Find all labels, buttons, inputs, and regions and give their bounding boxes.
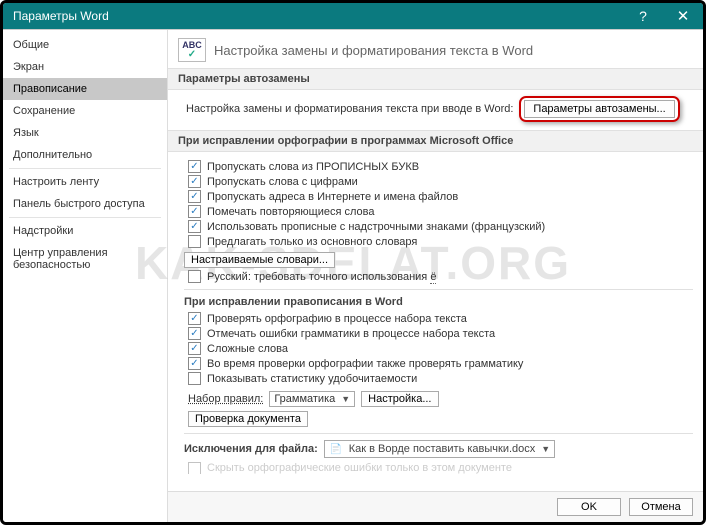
sidebar-item[interactable]: Надстройки — [3, 220, 167, 242]
custom-dictionaries-button[interactable]: Настраиваемые словари... — [184, 252, 335, 268]
ruleset-settings-button[interactable]: Настройка... — [361, 391, 438, 407]
sidebar-item[interactable]: Экран — [3, 56, 167, 78]
checkbox-hide-spelling-this-doc[interactable] — [188, 462, 201, 474]
page-title: Настройка замены и форматирования текста… — [214, 43, 533, 58]
office-checkbox-5[interactable] — [188, 235, 201, 248]
checkbox-label: Показывать статистику удобочитаемости — [207, 373, 417, 385]
ok-button[interactable]: OK — [557, 498, 621, 516]
checkbox-label: Использовать прописные с надстрочными зн… — [207, 221, 545, 233]
window-title: Параметры Word — [13, 9, 109, 23]
main-panel: ABC✓ Настройка замены и форматирования т… — [168, 30, 703, 522]
word-checkbox-0[interactable] — [188, 312, 201, 325]
checkbox-label: Во время проверки орфографии также прове… — [207, 358, 523, 370]
chevron-down-icon: ▼ — [541, 444, 550, 454]
sidebar-item[interactable]: Общие — [3, 34, 167, 56]
office-checkbox-4[interactable] — [188, 220, 201, 233]
exceptions-file-select[interactable]: 📄 Как в Ворде поставить кавычки.docx ▼ — [324, 440, 555, 458]
word-checkbox-3[interactable] — [188, 357, 201, 370]
autocorrect-highlight: Параметры автозамены... — [519, 96, 679, 122]
sidebar-item[interactable]: Центр управления безопасностью — [3, 242, 167, 276]
office-checkbox-2[interactable] — [188, 190, 201, 203]
titlebar: Параметры Word ? ✕ — [3, 3, 703, 29]
checkbox-label: Проверять орфографию в процессе набора т… — [207, 313, 467, 325]
cancel-button[interactable]: Отмена — [629, 498, 693, 516]
chevron-down-icon: ▼ — [341, 394, 350, 404]
sidebar-item[interactable]: Панель быстрого доступа — [3, 193, 167, 215]
ruleset-label: Набор правил: — [188, 393, 263, 405]
checkbox-label: Пропускать слова с цифрами — [207, 176, 358, 188]
sidebar-item[interactable]: Правописание — [3, 78, 167, 100]
checkbox-label: Отмечать ошибки грамматики в процессе на… — [207, 328, 495, 340]
office-checkbox-1[interactable] — [188, 175, 201, 188]
checkbox-label: Пропускать слова из ПРОПИСНЫХ БУКВ — [207, 161, 419, 173]
word-checkbox-2[interactable] — [188, 342, 201, 355]
section-office-spell-head: При исправлении орфографии в программах … — [168, 130, 703, 152]
dialog-window: KAK-SDELAT.ORG Параметры Word ? ✕ ОбщиеЭ… — [0, 0, 706, 525]
checkbox-label: Русский: требовать точного использования… — [207, 271, 436, 283]
office-checkbox-3[interactable] — [188, 205, 201, 218]
sidebar-item[interactable]: Настроить ленту — [3, 171, 167, 193]
checkbox-label: Пропускать адреса в Интернете и имена фа… — [207, 191, 458, 203]
sidebar: ОбщиеЭкранПравописаниеСохранениеЯзыкДопо… — [3, 30, 168, 522]
sidebar-item[interactable]: Язык — [3, 122, 167, 144]
scroll-area: Пропускать слова из ПРОПИСНЫХ БУКВ Пропус… — [168, 152, 703, 491]
close-button[interactable]: ✕ — [663, 3, 703, 29]
checkbox-label: Сложные слова — [207, 343, 288, 355]
sidebar-item[interactable]: Сохранение — [3, 100, 167, 122]
word-checkbox-4[interactable] — [188, 372, 201, 385]
header-abc-icon: ABC✓ — [178, 38, 206, 62]
ruleset-select[interactable]: Грамматика▼ — [269, 391, 355, 407]
checkbox-label: Помечать повторяющиеся слова — [207, 206, 375, 218]
section-autocorrect-head: Параметры автозамены — [168, 68, 703, 90]
checkbox-label: Предлагать только из основного словаря — [207, 236, 417, 248]
autocorrect-desc: Настройка замены и форматирования текста… — [186, 103, 513, 115]
help-button[interactable]: ? — [623, 3, 663, 29]
office-checkbox-0[interactable] — [188, 160, 201, 173]
exceptions-label: Исключения для файла: — [184, 443, 318, 455]
section-word-spell-head: При исправлении правописания в Word — [184, 289, 693, 308]
truncated-option: Скрыть орфографические ошибки только в э… — [207, 462, 512, 474]
word-file-icon: 📄 — [329, 442, 343, 456]
checkbox-ru-strict-yo[interactable] — [188, 270, 201, 283]
sidebar-item[interactable]: Дополнительно — [3, 144, 167, 166]
check-document-button[interactable]: Проверка документа — [188, 411, 308, 427]
word-checkbox-1[interactable] — [188, 327, 201, 340]
autocorrect-options-button[interactable]: Параметры автозамены... — [524, 100, 674, 118]
dialog-footer: OK Отмена — [168, 491, 703, 522]
